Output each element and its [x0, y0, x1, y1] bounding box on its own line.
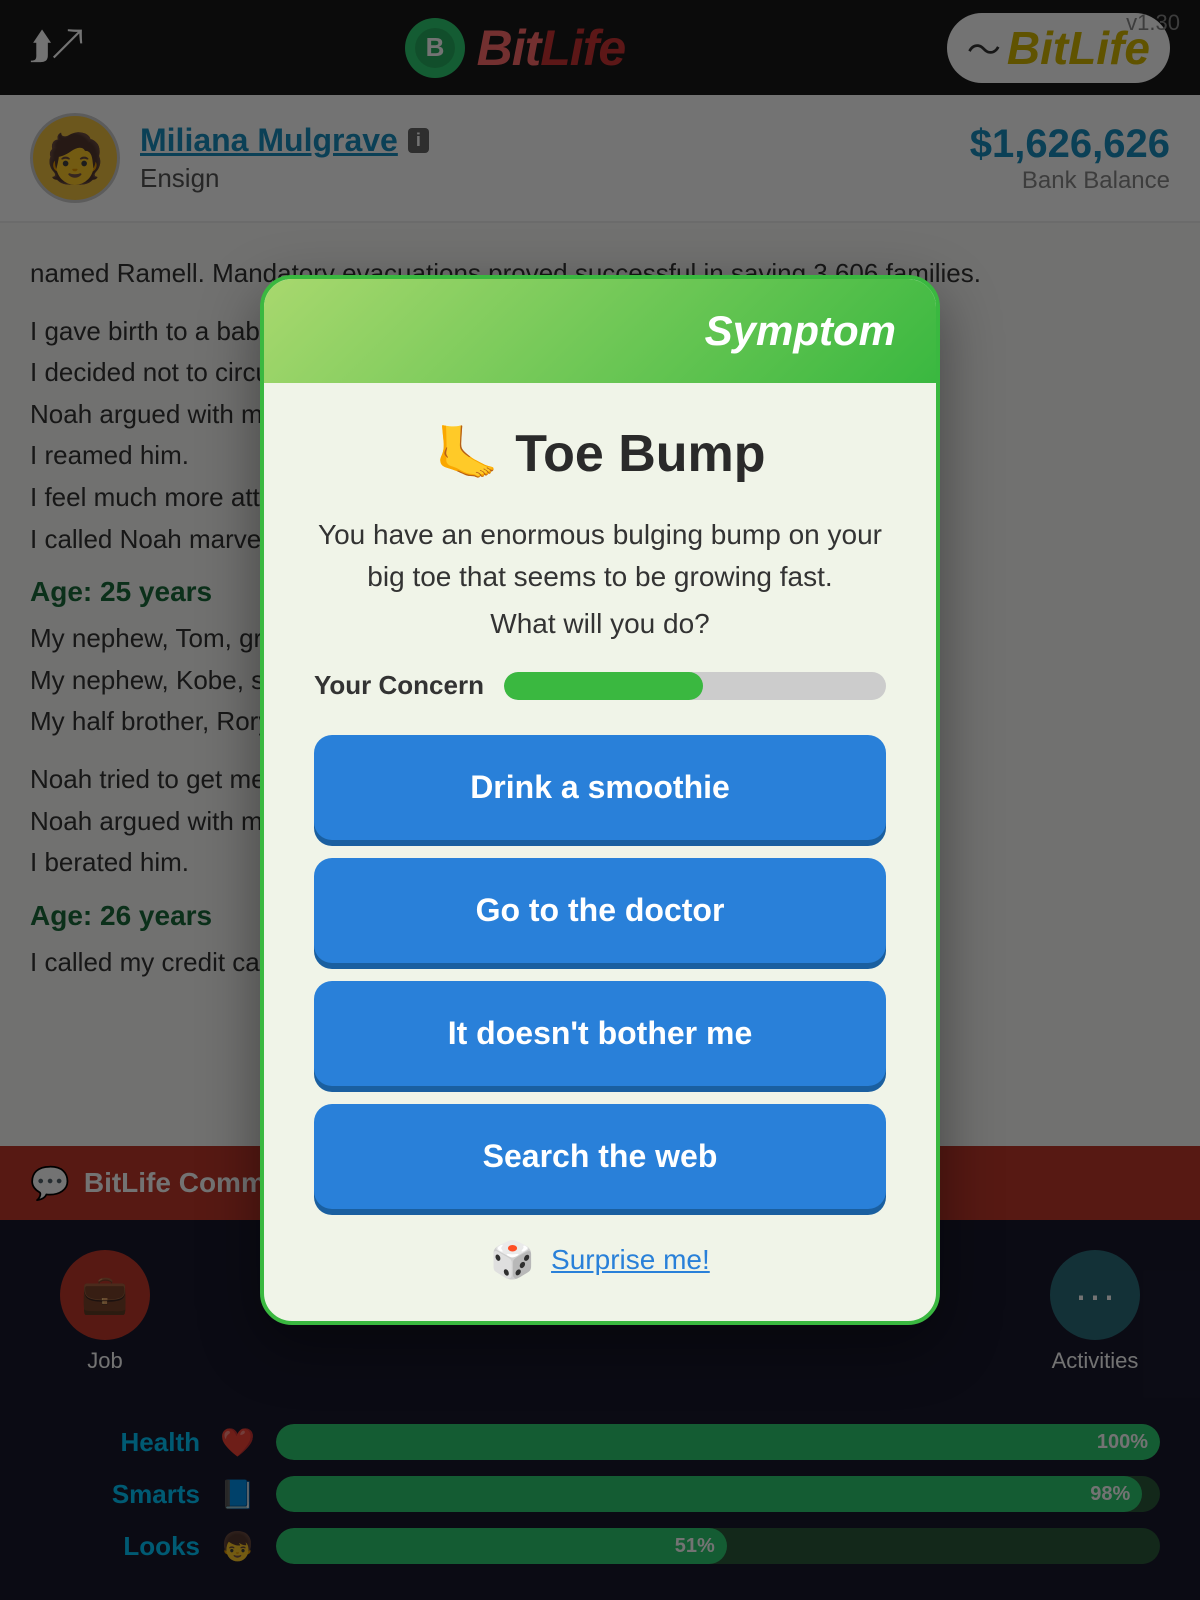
- concern-bar-fill: [504, 672, 703, 700]
- symptom-modal: Symptom 🦶 Toe Bump You have an enormous …: [260, 275, 940, 1325]
- modal-header-title: Symptom: [705, 307, 896, 354]
- modal-body: 🦶 Toe Bump You have an enormous bulging …: [264, 383, 936, 1321]
- symptom-title-row: 🦶 Toe Bump: [314, 423, 886, 484]
- symptom-description: You have an enormous bulging bump on you…: [314, 514, 886, 598]
- modal-header: Symptom: [264, 279, 936, 383]
- concern-row: Your Concern: [314, 670, 886, 701]
- concern-label: Your Concern: [314, 670, 484, 701]
- symptom-emoji: 🦶: [434, 423, 499, 484]
- doesnt-bother-me-button[interactable]: It doesn't bother me: [314, 981, 886, 1086]
- modal-overlay: Symptom 🦶 Toe Bump You have an enormous …: [0, 0, 1200, 1600]
- surprise-emoji: 🎲: [490, 1239, 535, 1281]
- drink-smoothie-button[interactable]: Drink a smoothie: [314, 735, 886, 840]
- surprise-me-link[interactable]: Surprise me!: [551, 1244, 710, 1276]
- symptom-question: What will you do?: [314, 608, 886, 640]
- concern-bar-bg: [504, 672, 886, 700]
- surprise-row: 🎲 Surprise me!: [314, 1239, 886, 1281]
- go-to-doctor-button[interactable]: Go to the doctor: [314, 858, 886, 963]
- symptom-name: Toe Bump: [515, 424, 765, 484]
- search-web-button[interactable]: Search the web: [314, 1104, 886, 1209]
